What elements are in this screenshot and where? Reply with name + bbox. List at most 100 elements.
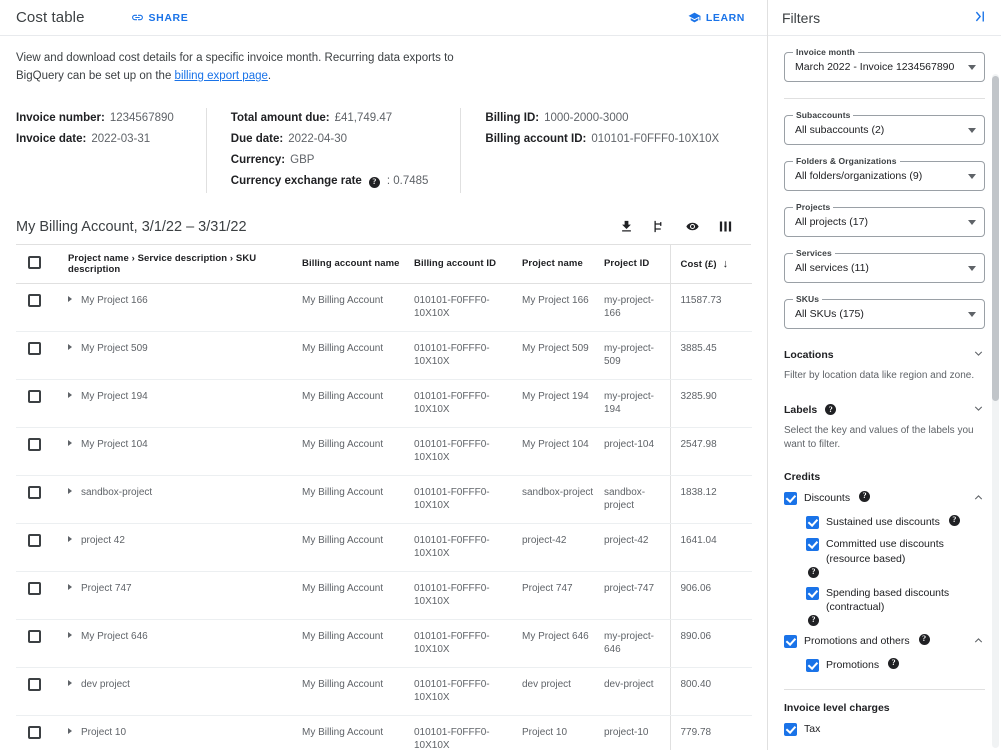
column-header-billing-account-name[interactable]: Billing account name: [302, 244, 414, 284]
table-row[interactable]: Project 10 My Billing Account 010101-F0FFF…: [16, 715, 752, 750]
select-all-checkbox[interactable]: [28, 255, 41, 269]
help-icon[interactable]: ?: [825, 404, 837, 415]
filter-services-value: All services (11): [795, 262, 869, 274]
help-icon[interactable]: ?: [918, 633, 930, 645]
group-tree-icon[interactable]: [652, 219, 667, 234]
column-header-billing-account-id[interactable]: Billing account ID: [414, 244, 522, 284]
table-row[interactable]: My Project 646 My Billing Account 010101-F…: [16, 619, 752, 668]
row-billing-account-name: My Billing Account: [302, 283, 414, 332]
share-button[interactable]: SHARE: [125, 7, 195, 28]
row-project-name: My Project 646: [522, 619, 604, 668]
invoice-summary-block-3: Billing ID: 1000-2000-3000 Billing accou…: [460, 107, 739, 193]
tax-checkbox[interactable]: [784, 722, 797, 736]
expand-row-icon[interactable]: [68, 727, 72, 734]
promotions-checkbox[interactable]: [806, 658, 819, 672]
table-row[interactable]: project 42 My Billing Account 010101-F0FFF…: [16, 523, 752, 572]
row-checkbox[interactable]: [28, 485, 41, 499]
collapse-panel-icon[interactable]: [972, 9, 987, 27]
expand-row-icon[interactable]: [68, 391, 72, 398]
due-date-value: 2022-04-30: [288, 132, 348, 145]
chevron-down-icon: [968, 265, 976, 271]
table-row[interactable]: sandbox-project My Billing Account 010101-…: [16, 475, 752, 524]
labels-title: Labels: [784, 403, 818, 416]
column-header-project-id[interactable]: Project ID: [604, 244, 670, 284]
filter-services[interactable]: Services All services (11): [784, 248, 985, 283]
table-row[interactable]: My Project 166 My Billing Account 010101-F…: [16, 283, 752, 332]
committed-use-discounts-checkbox[interactable]: [806, 538, 819, 552]
table-row[interactable]: My Project 194 My Billing Account 010101-F…: [16, 379, 752, 428]
row-cost: 3285.90: [669, 379, 752, 428]
promotions-and-others-checkbox[interactable]: [784, 634, 797, 648]
expand-row-icon[interactable]: [68, 535, 72, 542]
sustained-use-discounts-checkbox[interactable]: [806, 515, 819, 529]
help-icon[interactable]: ?: [948, 514, 960, 526]
help-icon[interactable]: ?: [888, 657, 900, 669]
help-icon[interactable]: ?: [808, 614, 819, 626]
row-name: My Project 509: [81, 342, 148, 354]
row-checkbox[interactable]: [28, 725, 41, 739]
table-row[interactable]: My Project 509 My Billing Account 010101-F…: [16, 331, 752, 380]
filter-invoice-month[interactable]: Invoice month March 2022 - Invoice 12345…: [784, 47, 985, 82]
credits-item-sustained-use-discounts[interactable]: Sustained use discounts ?: [784, 514, 985, 530]
credits-group-promotions-and-others[interactable]: Promotions and others ?: [784, 633, 985, 650]
row-checkbox[interactable]: [28, 293, 41, 307]
row-checkbox[interactable]: [28, 437, 41, 451]
table-row[interactable]: Project 747 My Billing Account 010101-F0FF…: [16, 571, 752, 620]
row-project-name: My Project 104: [522, 427, 604, 476]
row-checkbox[interactable]: [28, 629, 41, 643]
expand-row-icon[interactable]: [68, 295, 72, 302]
discounts-checkbox[interactable]: [784, 491, 797, 505]
filter-section-labels[interactable]: Labels ?: [784, 402, 985, 418]
row-checkbox[interactable]: [28, 389, 41, 403]
expand-row-icon[interactable]: [68, 439, 72, 446]
expand-row-icon[interactable]: [68, 583, 72, 590]
learn-button[interactable]: LEARN: [682, 7, 751, 28]
row-billing-account-id: 010101-F0FFF0-10X10X: [414, 715, 522, 750]
row-billing-account-id: 010101-F0FFF0-10X10X: [414, 619, 522, 668]
currency-exchange-rate-label: Currency exchange rate: [230, 175, 362, 188]
invoice-level-charges-tax[interactable]: Tax: [784, 722, 985, 737]
credits-item-spending-based-discounts[interactable]: Spending based discounts (contractual): [784, 586, 985, 615]
row-select-cell: [16, 283, 54, 332]
credits-item-committed-use-discounts[interactable]: Committed use discounts (resource based): [784, 537, 985, 566]
row-billing-account-name: My Billing Account: [302, 379, 414, 428]
filter-skus[interactable]: SKUs All SKUs (175): [784, 294, 985, 329]
row-checkbox[interactable]: [28, 581, 41, 595]
row-checkbox[interactable]: [28, 533, 41, 547]
help-icon[interactable]: ?: [368, 176, 380, 188]
currency-exchange-rate-row: Currency exchange rate ? : 0.7485: [230, 171, 428, 192]
filter-section-locations[interactable]: Locations: [784, 347, 985, 363]
filter-subaccounts[interactable]: Subaccounts All subaccounts (2): [784, 110, 985, 145]
column-header-name[interactable]: Project name › Service description › SKU…: [54, 244, 302, 284]
filters-scrollbar-thumb[interactable]: [992, 76, 999, 401]
chevron-up-icon[interactable]: [972, 634, 985, 650]
tax-label: Tax: [804, 722, 821, 735]
row-project-id: project-747: [604, 571, 670, 620]
row-checkbox[interactable]: [28, 341, 41, 355]
filter-folders-organizations-label: Folders & Organizations: [793, 156, 900, 166]
table-row[interactable]: dev project My Billing Account 010101-F0FF…: [16, 667, 752, 716]
columns-icon[interactable]: [718, 219, 733, 234]
filter-projects[interactable]: Projects All projects (17): [784, 202, 985, 237]
credits-item-promotions[interactable]: Promotions ?: [784, 657, 985, 673]
row-checkbox[interactable]: [28, 677, 41, 691]
help-icon[interactable]: ?: [808, 566, 819, 578]
billing-account-id-row: Billing account ID: 010101-F0FFF0-10X10X: [485, 129, 719, 150]
expand-row-icon[interactable]: [68, 487, 72, 494]
visibility-eye-icon[interactable]: [685, 219, 700, 234]
row-project-id: sandbox-project: [604, 475, 670, 524]
column-header-project-name[interactable]: Project name: [522, 244, 604, 284]
chevron-up-icon[interactable]: [972, 491, 985, 507]
billing-export-page-link[interactable]: billing export page: [175, 70, 268, 82]
filter-folders-organizations[interactable]: Folders & Organizations All folders/orga…: [784, 156, 985, 191]
expand-row-icon[interactable]: [68, 631, 72, 638]
help-icon[interactable]: ?: [859, 490, 871, 502]
table-row[interactable]: My Project 104 My Billing Account 010101-F…: [16, 427, 752, 476]
main-scroll-area: View and download cost details for a spe…: [0, 36, 767, 750]
credits-group-discounts[interactable]: Discounts ?: [784, 490, 985, 507]
column-header-cost[interactable]: Cost (£) ↓: [669, 244, 752, 284]
download-icon[interactable]: [619, 219, 634, 234]
expand-row-icon[interactable]: [68, 343, 72, 350]
spending-based-discounts-checkbox[interactable]: [806, 586, 819, 600]
expand-row-icon[interactable]: [68, 679, 72, 686]
